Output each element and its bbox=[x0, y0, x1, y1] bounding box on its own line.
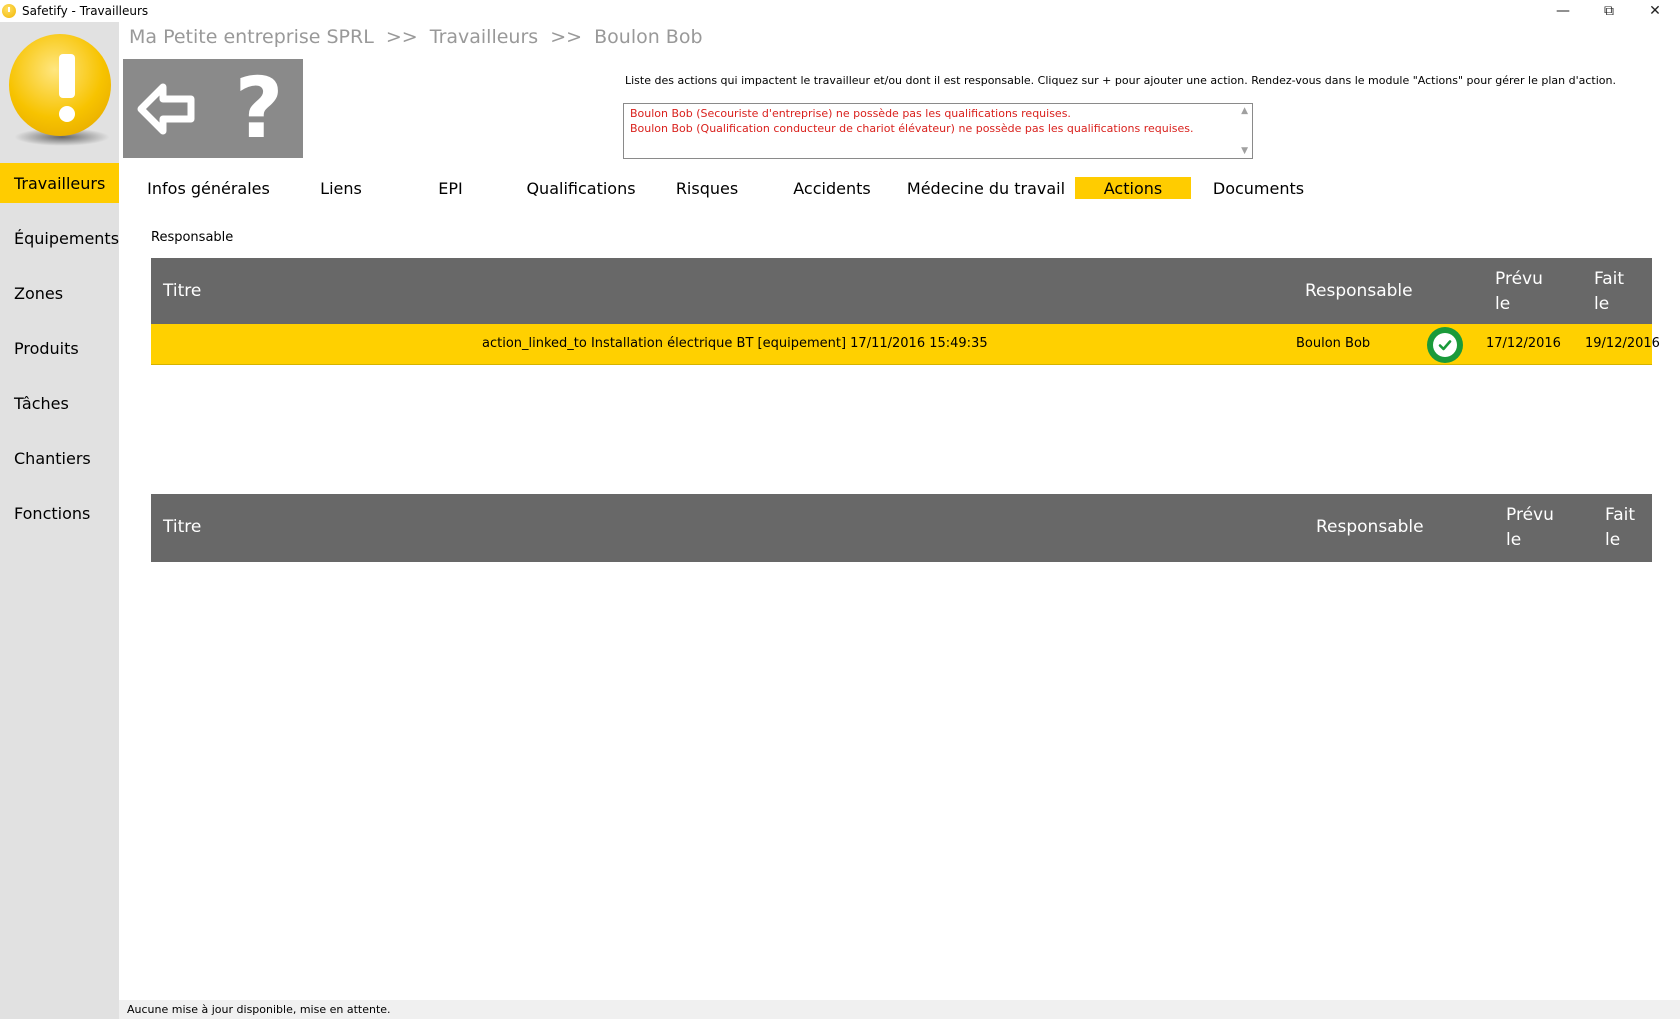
sidebar-item-produits[interactable]: Produits bbox=[0, 328, 119, 368]
check-circle-inner bbox=[1433, 333, 1457, 357]
back-button[interactable] bbox=[137, 81, 197, 137]
tab-liens[interactable]: Liens bbox=[293, 177, 389, 199]
minimize-icon: — bbox=[1556, 3, 1570, 19]
column-header-planned[interactable]: Prévu le bbox=[1506, 503, 1554, 553]
sidebar: Travailleurs Équipements Zones Produits … bbox=[0, 22, 119, 1019]
tab-risques[interactable]: Risques bbox=[664, 177, 750, 199]
column-header-title[interactable]: Titre bbox=[163, 279, 201, 304]
column-header-title[interactable]: Titre bbox=[163, 515, 201, 540]
warning-line: Boulon Bob (Secouriste d'entreprise) ne … bbox=[630, 107, 1071, 120]
sidebar-item-travailleurs[interactable]: Travailleurs bbox=[0, 163, 119, 203]
breadcrumb-separator: >> bbox=[385, 26, 418, 48]
column-header-planned-line2: le bbox=[1495, 294, 1511, 314]
column-header-done-line2: le bbox=[1594, 294, 1610, 314]
window-title: Safetify - Travailleurs bbox=[22, 4, 149, 18]
column-header-responsible[interactable]: Responsable bbox=[1305, 279, 1413, 304]
sidebar-item-fonctions[interactable]: Fonctions bbox=[0, 493, 119, 533]
column-header-planned-line2: le bbox=[1506, 530, 1522, 550]
exclamation-logo-icon bbox=[9, 34, 111, 136]
scroll-down-icon[interactable]: ▼ bbox=[1241, 146, 1248, 156]
column-header-planned-line1: Prévu bbox=[1506, 505, 1554, 525]
logo-bar bbox=[59, 54, 75, 98]
back-arrow-icon bbox=[137, 83, 195, 135]
table-header: Titre Responsable Prévu le Fait le bbox=[151, 258, 1652, 326]
status-text: Aucune mise à jour disponible, mise en a… bbox=[127, 1003, 391, 1016]
table-row[interactable]: action_linked_to Installation électrique… bbox=[151, 324, 1660, 365]
sidebar-item-taches[interactable]: Tâches bbox=[0, 383, 119, 423]
column-header-responsible[interactable]: Responsable bbox=[1316, 515, 1424, 540]
column-header-done-line1: Fait bbox=[1605, 505, 1636, 525]
breadcrumb-company[interactable]: Ma Petite entreprise SPRL bbox=[129, 26, 374, 48]
tab-documents[interactable]: Documents bbox=[1205, 177, 1312, 199]
check-mark-icon bbox=[1438, 340, 1452, 351]
help-button[interactable]: ? bbox=[221, 65, 297, 151]
warning-box[interactable]: Boulon Bob (Secouriste d'entreprise) ne … bbox=[623, 103, 1253, 159]
minimize-button[interactable]: — bbox=[1540, 0, 1586, 22]
tab-infos-generales[interactable]: Infos générales bbox=[147, 177, 270, 199]
column-header-done-line1: Fait bbox=[1594, 269, 1625, 289]
tab-qualifications[interactable]: Qualifications bbox=[516, 177, 646, 199]
column-header-done[interactable]: Fait le bbox=[1605, 503, 1635, 553]
warning-line: Boulon Bob (Qualification conducteur de … bbox=[630, 122, 1194, 135]
status-bar: Aucune mise à jour disponible, mise en a… bbox=[119, 1000, 1680, 1019]
section-label: Responsable bbox=[151, 230, 234, 245]
info-text: Liste des actions qui impactent le trava… bbox=[625, 74, 1616, 87]
toolbar: ? bbox=[123, 59, 303, 158]
sidebar-item-chantiers[interactable]: Chantiers bbox=[0, 438, 119, 478]
logo-dot bbox=[59, 106, 75, 122]
sidebar-item-zones[interactable]: Zones bbox=[0, 273, 119, 313]
check-circle-icon bbox=[1427, 327, 1463, 363]
restore-button[interactable]: ⧉ bbox=[1586, 0, 1632, 22]
close-button[interactable]: ✕ bbox=[1632, 0, 1678, 22]
row-title: action_linked_to Installation électrique… bbox=[482, 336, 988, 351]
row-planned-date: 17/12/2016 bbox=[1486, 336, 1561, 351]
restore-icon: ⧉ bbox=[1604, 3, 1614, 19]
close-icon: ✕ bbox=[1649, 3, 1661, 19]
column-header-planned-line1: Prévu bbox=[1495, 269, 1543, 289]
breadcrumb-worker: Boulon Bob bbox=[594, 26, 703, 48]
app-icon bbox=[2, 4, 16, 18]
tab-accidents[interactable]: Accidents bbox=[777, 177, 887, 199]
breadcrumb-section[interactable]: Travailleurs bbox=[430, 26, 538, 48]
tab-medecine-du-travail[interactable]: Médecine du travail bbox=[905, 177, 1067, 199]
scroll-up-icon[interactable]: ▲ bbox=[1241, 106, 1248, 116]
column-header-planned[interactable]: Prévu le bbox=[1495, 267, 1543, 317]
row-responsible: Boulon Bob bbox=[1296, 336, 1371, 351]
breadcrumb: Ma Petite entreprise SPRL >> Travailleur… bbox=[129, 26, 703, 48]
sidebar-item-equipements[interactable]: Équipements bbox=[0, 218, 119, 258]
tab-actions[interactable]: Actions bbox=[1075, 177, 1191, 199]
row-done-date: 19/12/2016 bbox=[1585, 336, 1660, 351]
table-header-2: Titre Responsable Prévu le Fait le bbox=[151, 494, 1652, 562]
breadcrumb-separator: >> bbox=[550, 26, 583, 48]
tab-epi[interactable]: EPI bbox=[407, 177, 494, 199]
column-header-done[interactable]: Fait le bbox=[1594, 267, 1624, 317]
title-bar: Safetify - Travailleurs — ⧉ ✕ bbox=[0, 0, 1680, 22]
column-header-done-line2: le bbox=[1605, 530, 1621, 550]
